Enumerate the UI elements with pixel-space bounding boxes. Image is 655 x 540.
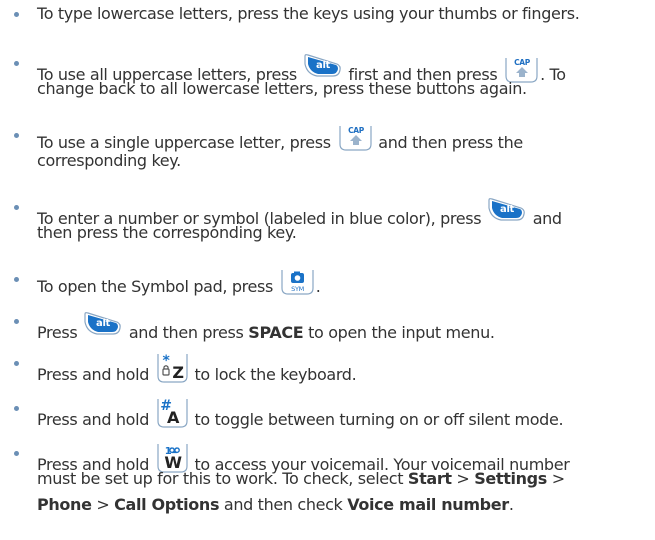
- text-run: >: [546, 469, 565, 488]
- item-text-line: Press alt and then press SPACE to open t…: [37, 310, 495, 344]
- bullet-dot: [14, 12, 19, 17]
- item-text-line: then press the corresponding key.: [37, 222, 297, 244]
- item-text-line: Phone > Call Options and then check Voic…: [37, 494, 514, 516]
- text-run: >: [91, 495, 115, 514]
- cap-shift-key-icon: CAP: [338, 126, 372, 151]
- text-run: . To: [540, 65, 566, 84]
- alt-key-icon: alt: [84, 312, 121, 335]
- text-run: and then press: [124, 323, 249, 342]
- text-run: and: [527, 209, 562, 228]
- bold-term: Phone: [37, 495, 92, 514]
- item-text-line: Press and hold * Z to lock the keyboard.: [37, 352, 357, 390]
- item-text-line: To open the Symbol pad, press SYM.: [37, 268, 321, 302]
- text-run: and then check: [219, 495, 348, 514]
- alt-key-icon: alt: [488, 198, 525, 221]
- text-run: corresponding key.: [37, 151, 181, 170]
- item-text-line: corresponding key.: [37, 150, 181, 172]
- alt-key: alt: [487, 196, 527, 228]
- hasha-key: # A: [155, 397, 189, 435]
- text-run: Press and hold: [37, 365, 154, 384]
- bullet-dot: [14, 205, 19, 210]
- hasha-key-label: A: [167, 408, 180, 427]
- text-run: To open the Symbol pad, press: [37, 277, 278, 296]
- starz-key-label: Z: [172, 363, 183, 382]
- bold-term: Call Options: [114, 495, 220, 514]
- bold-term: SPACE: [248, 323, 304, 342]
- cap-key-label: CAP: [348, 126, 365, 135]
- text-run: Press and hold: [37, 410, 154, 429]
- bullet-dot: [14, 319, 19, 324]
- bullet-dot: [14, 61, 19, 66]
- text-run: to toggle between turning on or off sile…: [189, 410, 564, 429]
- bullet-dot: [14, 133, 19, 138]
- cap-key: CAP: [337, 124, 373, 158]
- text-run: must be set up for this to work. To chec…: [37, 469, 408, 488]
- bold-term: Voice mail number: [347, 495, 509, 514]
- text-run: to lock the keyboard.: [189, 365, 357, 384]
- item-text-line: change back to all lowercase letters, pr…: [37, 78, 527, 100]
- sym-camera-key-icon: SYM: [281, 270, 314, 295]
- bullet-dot: [14, 361, 19, 366]
- bold-term: Settings: [474, 469, 547, 488]
- star-z-lock-key-icon: *Z: [157, 353, 188, 383]
- alt-key-label: alt: [500, 204, 514, 215]
- bullet-dot: [14, 277, 19, 282]
- text-run: change back to all lowercase letters, pr…: [37, 79, 527, 98]
- cap-key-label: CAP: [514, 58, 531, 67]
- alt-key-label: alt: [96, 318, 110, 329]
- text-run: and then press the: [373, 133, 523, 152]
- bullet-dot: [14, 451, 19, 456]
- text-run: To type lowercase letters, press the key…: [37, 4, 580, 23]
- text-run: .: [315, 277, 321, 296]
- text-run: Press: [37, 323, 83, 342]
- bold-term: Start: [407, 469, 452, 488]
- sym-key: SYM: [279, 268, 315, 302]
- text-run: >: [451, 469, 475, 488]
- starz-key: * Z: [155, 352, 189, 390]
- sym-key-label: SYM: [291, 285, 304, 293]
- text-run: .: [508, 495, 514, 514]
- bullet-dot: [14, 406, 19, 411]
- alt-key-icon: alt: [304, 54, 341, 77]
- text-run: to open the input menu.: [303, 323, 495, 342]
- alt-key: alt: [83, 310, 123, 342]
- hash-a-key-icon: #A: [157, 398, 188, 428]
- text-run: then press the corresponding key.: [37, 223, 297, 242]
- alt-key-label: alt: [316, 60, 330, 71]
- item-text-line: must be set up for this to work. To chec…: [37, 468, 565, 490]
- item-text-line: To type lowercase letters, press the key…: [37, 3, 580, 25]
- item-text-line: Press and hold # A to toggle between turn…: [37, 397, 564, 435]
